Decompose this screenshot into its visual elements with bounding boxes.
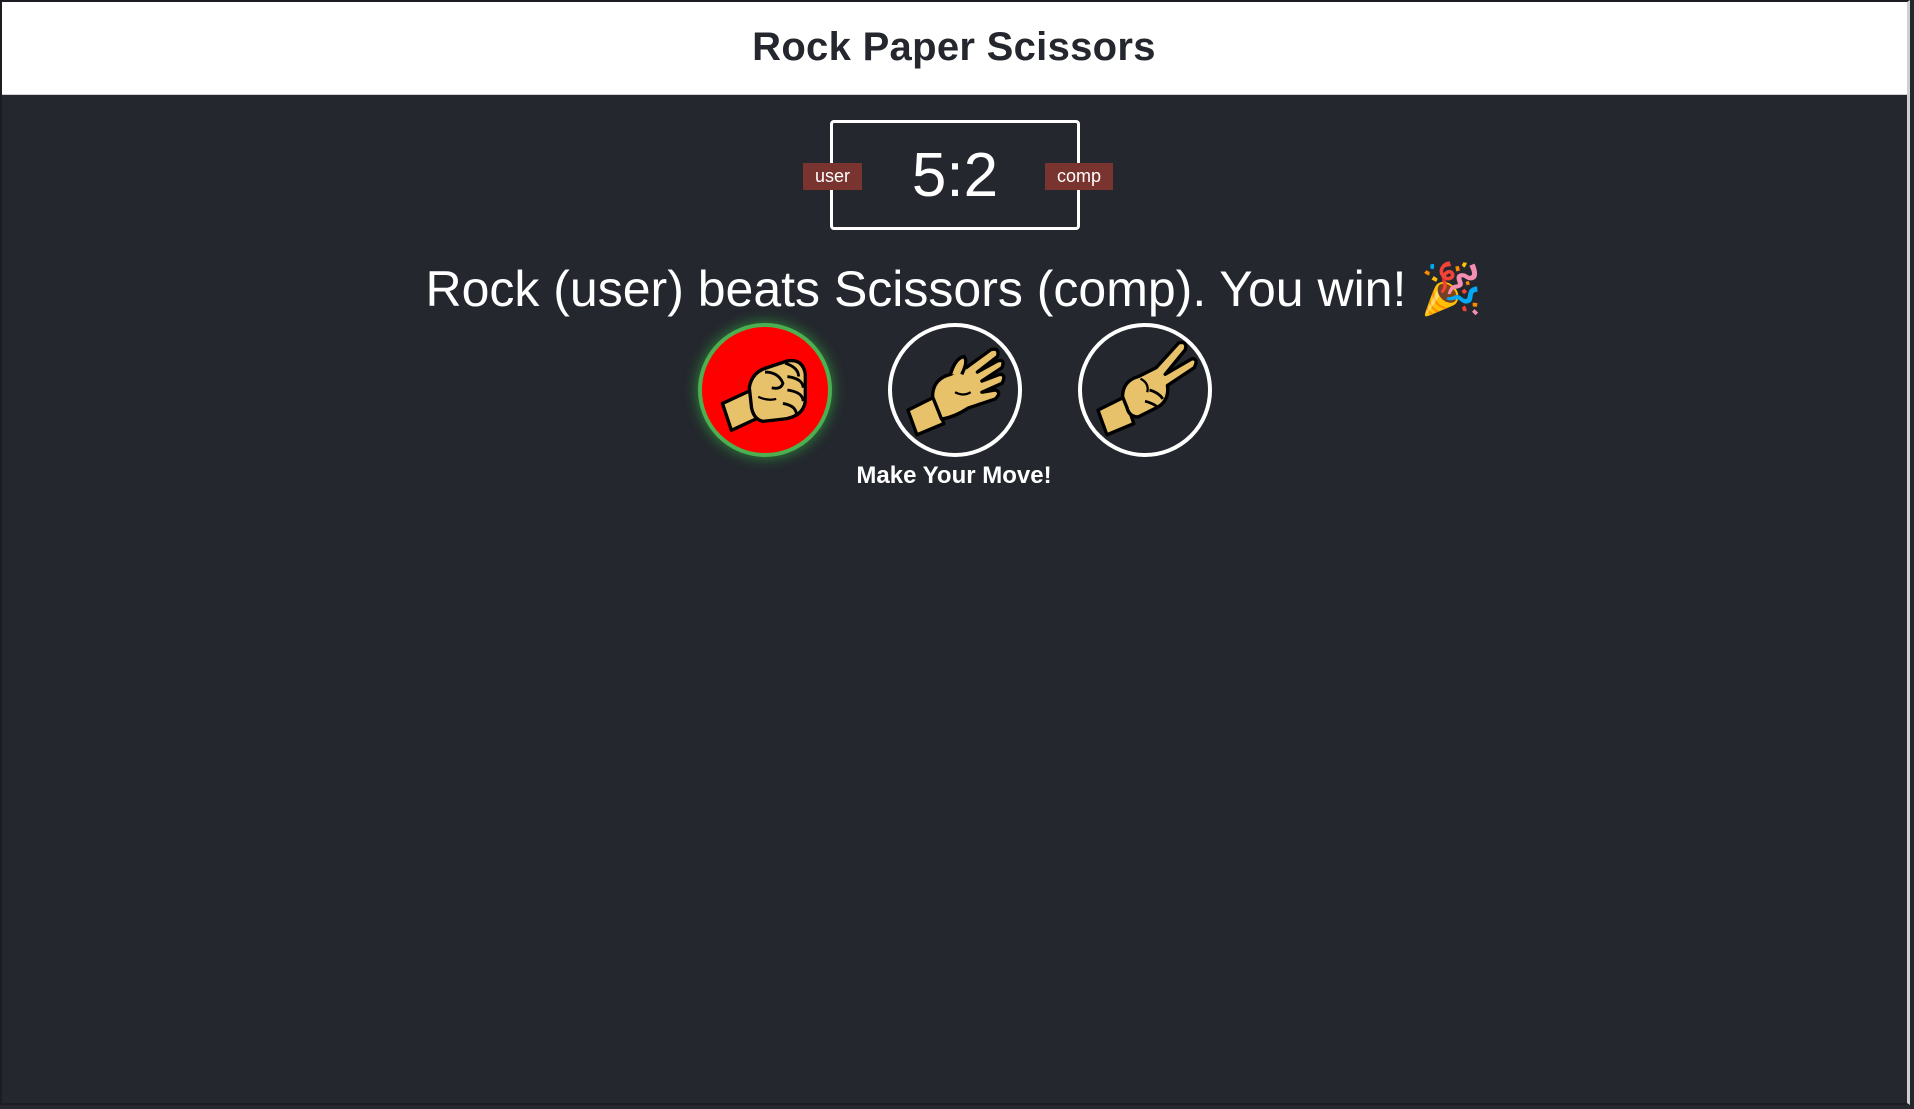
user-badge: user [803,163,863,190]
paper-choice-button[interactable] [888,323,1022,457]
scissors-hand-icon [1096,340,1198,437]
rock-fist-icon [720,358,807,432]
scoreboard: user 5:2 comp [803,120,1113,230]
make-your-move-prompt: Make Your Move! [856,462,1052,489]
paper-hand-icon [906,347,1006,437]
comp-badge: comp [1044,163,1113,190]
rock-choice-button[interactable] [698,323,832,457]
scissors-choice-button[interactable] [1078,323,1212,457]
app-header: Rock Paper Scissors [0,0,1908,95]
result-message: Rock (user) beats Scissors (comp). You w… [425,261,1483,317]
score-display: 5:2 [911,140,999,210]
page-title: Rock Paper Scissors [752,25,1156,69]
